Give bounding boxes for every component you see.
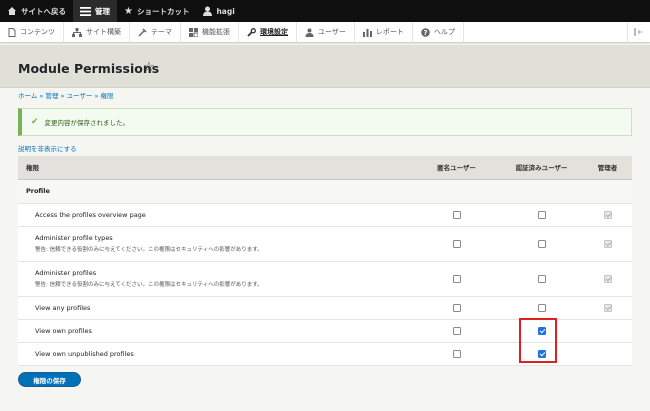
user-name: hagi bbox=[216, 6, 235, 16]
admin-toolbar: サイトへ戻る 管理 ★ ショートカット hagi bbox=[0, 0, 650, 22]
extend-icon bbox=[189, 27, 198, 37]
tray-item-help[interactable]: ? ヘルプ bbox=[413, 22, 464, 42]
back-to-site-label: サイトへ戻る bbox=[21, 6, 66, 16]
appearance-icon bbox=[138, 27, 147, 37]
anonymous-checkbox[interactable] bbox=[452, 274, 461, 283]
status-text: 変更内容が保存されました。 bbox=[44, 119, 130, 127]
tray-label: ユーザー bbox=[318, 28, 346, 36]
anonymous-checkbox[interactable] bbox=[452, 326, 461, 335]
tray-item-reports[interactable]: レポート bbox=[355, 22, 413, 42]
table-row: View any profiles bbox=[18, 296, 632, 320]
header-administrator: 管理者 bbox=[583, 156, 632, 180]
structure-icon bbox=[72, 27, 82, 37]
anonymous-checkbox[interactable] bbox=[452, 210, 461, 219]
administrator-checkbox bbox=[603, 303, 612, 312]
breadcrumb[interactable]: ホーム » 管理 » ユーザー » 権限 bbox=[18, 90, 114, 100]
hide-descriptions-link[interactable]: 説明を非表示にする bbox=[18, 143, 77, 153]
header-anonymous: 匿名ユーザー bbox=[413, 156, 500, 180]
back-to-site-button[interactable]: サイトへ戻る bbox=[0, 0, 73, 22]
manage-label: 管理 bbox=[95, 6, 110, 16]
tray-label: テーマ bbox=[151, 28, 172, 36]
manage-tab[interactable]: 管理 bbox=[73, 0, 117, 22]
authenticated-checkbox[interactable] bbox=[537, 210, 546, 219]
tray-item-extend[interactable]: 機能拡張 bbox=[181, 22, 239, 42]
anonymous-checkbox[interactable] bbox=[452, 349, 461, 358]
authenticated-checkbox[interactable] bbox=[537, 303, 546, 312]
administrator-checkbox bbox=[603, 239, 612, 248]
favorite-star-icon[interactable]: ☆ bbox=[143, 60, 155, 75]
tray-label: コンテンツ bbox=[20, 28, 55, 36]
permission-name: Access the profiles overview page bbox=[18, 203, 413, 227]
save-permissions-button[interactable]: 権限の保存 bbox=[18, 372, 81, 387]
authenticated-checkbox[interactable] bbox=[537, 239, 546, 248]
authenticated-checkbox[interactable] bbox=[537, 274, 546, 283]
tray-orientation-toggle[interactable] bbox=[627, 22, 650, 42]
tray-label: サイト構築 bbox=[86, 28, 121, 36]
tray-item-config[interactable]: 環境設定 bbox=[239, 22, 297, 42]
permission-name: View own profiles bbox=[18, 319, 413, 343]
tray-label: 環境設定 bbox=[260, 28, 288, 36]
star-icon: ★ bbox=[124, 5, 133, 17]
header-permission: 権限 bbox=[18, 156, 413, 180]
module-row: Profile bbox=[18, 179, 632, 204]
home-icon bbox=[8, 7, 16, 15]
anonymous-checkbox[interactable] bbox=[452, 303, 461, 312]
permission-name: View any profiles bbox=[18, 296, 413, 320]
module-name: Profile bbox=[18, 179, 632, 204]
user-tab[interactable]: hagi bbox=[196, 0, 241, 22]
wrench-icon bbox=[247, 27, 256, 37]
permission-name: View own unpublished profiles bbox=[18, 342, 413, 366]
shortcuts-label: ショートカット bbox=[136, 6, 190, 16]
table-header-row: 権限 匿名ユーザー 認証済みユーザー 管理者 bbox=[18, 156, 632, 180]
tray-item-content[interactable]: コンテンツ bbox=[0, 22, 64, 42]
permission-name: Administer profiles bbox=[35, 269, 97, 277]
tray-item-appearance[interactable]: テーマ bbox=[130, 22, 181, 42]
permission-warning: 警告: 信頼できる役割のみに与えてください。この権限はセキュリティへの影響があり… bbox=[35, 247, 263, 253]
tray-item-structure[interactable]: サイト構築 bbox=[64, 22, 130, 42]
check-icon: ✔ bbox=[31, 116, 39, 127]
sidebar-toggle-icon bbox=[634, 28, 643, 36]
tray-label: ヘルプ bbox=[433, 28, 455, 36]
page-title: Module Permissions bbox=[18, 61, 160, 76]
table-row: Administer profiles 警告: 信頼できる役割のみに与えてくださ… bbox=[18, 261, 632, 297]
reports-icon bbox=[362, 28, 372, 37]
table-row: Administer profile types 警告: 信頼できる役割のみに与… bbox=[18, 226, 632, 262]
content-icon bbox=[8, 27, 16, 37]
header-authenticated: 認証済みユーザー bbox=[500, 156, 583, 180]
tray-label: 機能拡張 bbox=[202, 28, 230, 36]
admin-menu-tray: コンテンツ サイト構築 テーマ 機能拡張 環境設定 ユーザー レポート ? ヘル… bbox=[0, 22, 650, 43]
permission-warning: 警告: 信頼できる役割のみに与えてください。この権限はセキュリティへの影響があり… bbox=[35, 282, 263, 288]
tray-label: レポート bbox=[375, 28, 404, 36]
svg-text:?: ? bbox=[423, 29, 427, 37]
page-header: Module Permissions ☆ bbox=[0, 45, 650, 88]
tray-item-people[interactable]: ユーザー bbox=[297, 22, 355, 42]
user-icon bbox=[203, 6, 213, 16]
hamburger-icon bbox=[80, 6, 91, 16]
status-message: ✔ 変更内容が保存されました。 bbox=[18, 108, 632, 136]
anonymous-checkbox[interactable] bbox=[452, 239, 461, 248]
shortcuts-tab[interactable]: ★ ショートカット bbox=[117, 0, 196, 22]
administrator-checkbox bbox=[603, 274, 612, 283]
highlight-annotation bbox=[519, 318, 557, 363]
people-icon bbox=[305, 28, 314, 37]
help-icon: ? bbox=[421, 27, 430, 37]
administrator-checkbox bbox=[603, 210, 612, 219]
table-row: Access the profiles overview page bbox=[18, 203, 632, 227]
permission-name: Administer profile types bbox=[35, 234, 113, 242]
